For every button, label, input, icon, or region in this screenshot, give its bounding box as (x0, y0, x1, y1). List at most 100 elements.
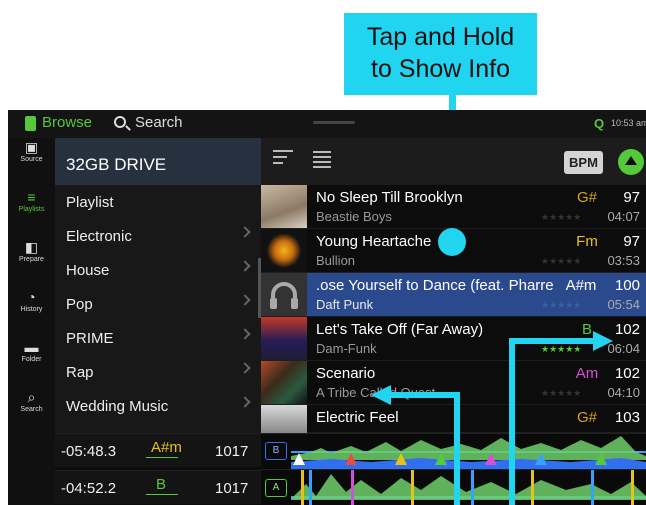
album-art (261, 317, 307, 360)
track-rating[interactable]: ★★★★★ (541, 212, 581, 223)
deck-status-b: -05:48.3 A#m 1017 (55, 433, 261, 467)
rail-label: Folder (21, 356, 42, 363)
chevron-right-icon (239, 328, 251, 340)
track-bpm: 97 (623, 233, 640, 250)
rail-item-search[interactable]: ⌕ Search (8, 388, 55, 438)
key-underline (146, 494, 178, 495)
source-rail: ▣ Source ≡ Playlists ◧ Prepare ◔ History… (8, 138, 55, 505)
track-rating[interactable]: ★★★★★ (541, 300, 581, 311)
waveform-a-graphic (291, 470, 646, 505)
track-title: .ose Yourself to Dance (feat. Pharre (316, 277, 554, 294)
crate-label: Playlist (66, 194, 114, 211)
chevron-right-icon (239, 362, 251, 374)
crate-label: PRIME (66, 330, 114, 347)
chevron-right-icon (239, 260, 251, 272)
search-tab[interactable]: Search (135, 114, 183, 131)
list-view-icon[interactable] (313, 151, 331, 168)
device-screen: Browse Search Q 10:53 am ▣ Source ≡ Play… (8, 110, 646, 505)
arrow-head-right-icon (593, 331, 613, 351)
callout-line-1: Tap and Hold (366, 23, 515, 51)
track-bpm: 103 (614, 409, 640, 426)
crate-item[interactable]: Electronic (55, 219, 261, 253)
rail-item-source[interactable]: ▣ Source (8, 138, 55, 188)
chevron-right-icon (239, 226, 251, 238)
deck-bpm: 1017 (215, 443, 249, 460)
callout-box: Tap and Hold to Show Info (344, 13, 537, 95)
track-key: A#m (565, 277, 597, 294)
crate-list: 32GB DRIVE Playlist Electronic House Pop… (55, 138, 261, 433)
rail-item-history[interactable]: ◔ History (8, 288, 55, 338)
rail-item-folder[interactable]: ▬ Folder (8, 338, 55, 388)
waveform-b-graphic (291, 436, 646, 470)
deck-badge: A (265, 479, 287, 497)
crate-label: Wedding Music (66, 398, 169, 415)
track-bpm: 102 (614, 321, 640, 338)
browse-icon[interactable] (25, 116, 36, 131)
crate-label: Rap (66, 364, 94, 381)
drag-handle[interactable] (313, 121, 355, 124)
deck-remaining-time: -04:52.2 (61, 480, 117, 497)
track-bpm: 100 (614, 277, 640, 294)
crate-item[interactable]: Playlist (55, 185, 261, 219)
annotation-arrow-bpm (509, 338, 515, 505)
track-artist: Dam-Funk (316, 341, 377, 356)
track-title: Scenario (316, 365, 376, 382)
album-art (261, 229, 307, 272)
crate-label: Electronic (66, 228, 132, 245)
prepare-icon: ◧ (24, 239, 39, 255)
track-length: 05:54 (607, 297, 640, 312)
search-icon[interactable] (114, 116, 126, 128)
track-key: G# (576, 189, 597, 206)
folder-icon: ▬ (24, 339, 39, 355)
track-title: Young Heartache (316, 233, 432, 250)
queue-indicator[interactable]: Q (594, 116, 604, 131)
crate-item[interactable]: Pop (55, 287, 261, 321)
drive-header[interactable]: 32GB DRIVE (55, 138, 261, 185)
rail-item-prepare[interactable]: ◧ Prepare (8, 238, 55, 288)
arrow-head-left-icon (371, 385, 391, 405)
crate-item[interactable]: PRIME (55, 321, 261, 355)
deck-status-a: -04:52.2 B 1017 (55, 470, 261, 504)
track-length: 04:07 (607, 209, 640, 224)
track-list-header: BPM (261, 138, 646, 185)
crate-item[interactable]: Wedding Music (55, 389, 261, 423)
crate-item[interactable]: House (55, 253, 261, 287)
clock: 10:53 am (611, 118, 646, 128)
rail-item-playlists[interactable]: ≡ Playlists (8, 188, 55, 238)
deck-key: A#m (151, 439, 182, 456)
eject-icon[interactable] (618, 149, 644, 175)
chevron-right-icon (239, 294, 251, 306)
browse-tab[interactable]: Browse (42, 114, 92, 131)
track-artist: Beastie Boys (316, 209, 392, 224)
track-title: Electric Feel (316, 409, 399, 426)
edit-list-icon[interactable] (273, 150, 293, 168)
deck-key: B (156, 476, 167, 493)
top-bar: Browse Search Q 10:53 am (8, 110, 646, 138)
album-art (261, 185, 307, 228)
rail-label: Source (20, 156, 43, 163)
rail-label: Playlists (18, 206, 45, 213)
track-row-selected[interactable]: .ose Yourself to Dance (feat. Pharre Daf… (261, 273, 646, 317)
album-art (261, 361, 307, 404)
crate-label: Pop (66, 296, 93, 313)
track-bpm: 97 (623, 189, 640, 206)
playlist-icon: ≡ (27, 189, 36, 205)
crate-item[interactable]: Rap (55, 355, 261, 389)
crate-label: House (66, 262, 110, 279)
rail-label: History (20, 306, 43, 313)
clock-icon: ◔ (27, 289, 36, 305)
track-key: G# (576, 409, 597, 426)
deck-bpm: 1017 (215, 480, 249, 497)
callout-dot (438, 228, 466, 256)
track-rating[interactable]: ★★★★★ (541, 388, 581, 399)
rail-label: Prepare (19, 256, 44, 263)
track-row[interactable]: No Sleep Till Brooklyn Beastie Boys G# ★… (261, 185, 646, 229)
track-title: No Sleep Till Brooklyn (316, 189, 463, 206)
album-art (261, 405, 307, 433)
track-rating[interactable]: ★★★★★ (541, 344, 581, 355)
album-art (261, 273, 307, 316)
track-rating[interactable]: ★★★★★ (541, 256, 581, 267)
drive-icon: ▣ (24, 139, 39, 155)
track-key: Fm (576, 233, 598, 250)
sort-bpm-button[interactable]: BPM (564, 151, 603, 174)
